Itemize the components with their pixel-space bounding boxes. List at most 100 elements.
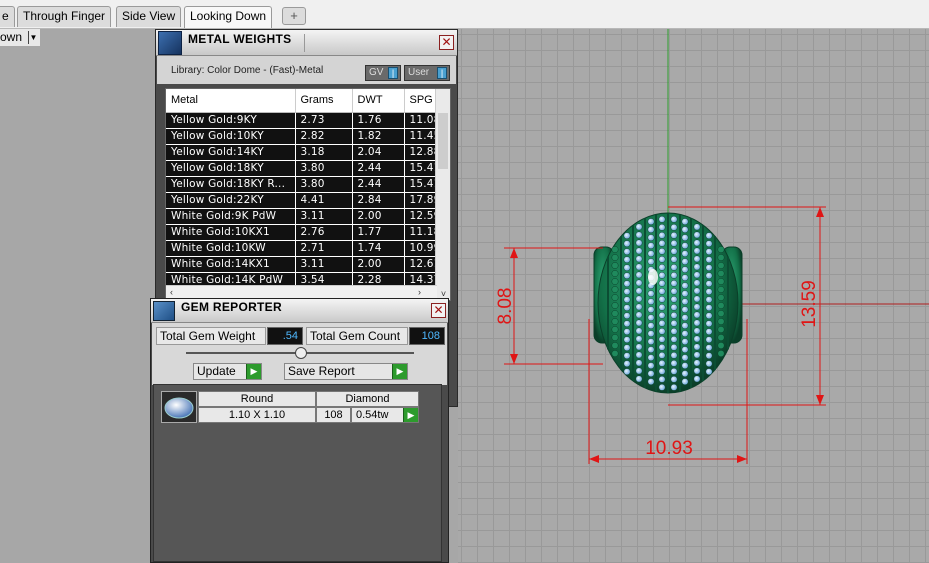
cell-metal: Yellow Gold:14KY [166,144,296,161]
viewport-title-label: own [0,30,23,44]
total-gem-weight-value: .54 [267,327,303,345]
column-header-grams[interactable]: Grams [295,89,353,113]
cell-grams: 3.80 [295,176,353,193]
scroll-right-icon[interactable]: › [418,287,421,297]
gem-weight-button[interactable]: 0.54tw ▶ [351,407,419,423]
toggle-knob-icon: | [388,67,398,79]
metal-table: Metal Grams DWT SPG Yellow Gold:9KY 2.73 1… [165,88,451,301]
tab-side-view[interactable]: Side View [116,6,182,27]
cell-dwt: 2.00 [352,256,405,273]
table-row[interactable]: White Gold:10KW 2.71 1.74 10.99 [166,240,445,257]
gem-reporter-title: GEM REPORTER [181,300,282,314]
gv-toggle-label: GV [369,67,384,78]
cell-grams: 3.11 [295,256,353,273]
titlebar-divider [304,34,305,52]
play-icon: ▶ [403,408,418,422]
table-header-row: Metal Grams DWT SPG [166,89,445,113]
toggle-knob-icon: | [437,67,447,79]
gem-count: 108 [316,407,351,423]
cell-metal: White Gold:10KW [166,240,296,257]
cell-dwt: 1.77 [352,224,405,241]
gem-type: Diamond [316,391,419,407]
gem-reporter-app-icon [153,301,175,321]
update-button-label: Update [197,364,236,378]
cell-dwt: 2.00 [352,208,405,225]
gem-reporter-panel: GEM REPORTER ✕ Total Gem Weight .54 Tota… [150,298,449,563]
gem-list: Round Diamond 1.10 X 1.10 108 0.54tw ▶ [153,384,442,562]
cell-metal: White Gold:14KX1 [166,256,296,273]
user-toggle-label: User [408,67,430,78]
play-icon: ▶ [392,364,407,379]
cell-dwt: 2.04 [352,144,405,161]
cell-grams: 2.73 [295,112,353,129]
gem-weight: 0.54tw [356,409,389,421]
cell-grams: 2.76 [295,224,353,241]
metal-weights-table: Metal Grams DWT SPG Yellow Gold:9KY 2.73 1… [166,89,445,289]
cell-metal: Yellow Gold:18KY R... [166,176,296,193]
dimension-label-width-bottom: 10.93 [645,438,693,459]
gv-toggle[interactable]: GV | [365,65,401,81]
save-report-button[interactable]: Save Report ▶ [284,363,408,380]
cell-metal: Yellow Gold:18KY [166,160,296,177]
table-row[interactable]: Yellow Gold:22KY 4.41 2.84 17.89 [166,192,445,209]
gem-thumbnail [164,397,194,419]
cell-metal: Yellow Gold:9KY [166,112,296,129]
play-icon: ▶ [246,364,261,379]
cell-grams: 4.41 [295,192,353,209]
dimension-height-left: 8.08 [495,247,603,365]
column-header-metal[interactable]: Metal [166,89,296,113]
scrollbar-thumb[interactable] [438,113,448,169]
library-bar: Library: Color Dome - (Fast)-Metal GV | … [157,56,456,84]
total-gem-count-label: Total Gem Count [306,327,408,345]
close-icon[interactable]: ✕ [431,303,446,318]
table-row[interactable]: White Gold:10KX1 2.76 1.77 11.18 [166,224,445,241]
table-row[interactable]: Yellow Gold:18KY 3.80 2.44 15.41 [166,160,445,177]
gem-reporter-titlebar[interactable]: GEM REPORTER ✕ [151,299,448,323]
library-label: Library: Color Dome - (Fast)-Metal [171,65,324,76]
save-report-button-label: Save Report [288,364,355,378]
cell-dwt: 2.44 [352,160,405,177]
cell-dwt: 1.74 [352,240,405,257]
table-row[interactable]: Yellow Gold:14KY 3.18 2.04 12.88 [166,144,445,161]
table-row[interactable]: Yellow Gold:10KY 2.82 1.82 11.45 [166,128,445,145]
tab-through-finger[interactable]: Through Finger [17,6,112,27]
chevron-down-icon[interactable]: ▼ [28,31,38,44]
cell-dwt: 2.44 [352,176,405,193]
user-toggle[interactable]: User | [404,65,450,81]
table-row[interactable]: Yellow Gold:9KY 2.73 1.76 11.08 [166,112,445,129]
slider-handle[interactable] [295,347,307,359]
viewport-title[interactable]: own ▼ [0,29,40,46]
cell-grams: 3.80 [295,160,353,177]
cell-metal: Yellow Gold:22KY [166,192,296,209]
viewport-canvas[interactable]: 8.08 13.59 10.93 [458,29,929,563]
column-header-dwt[interactable]: DWT [352,89,405,113]
cell-dwt: 1.82 [352,128,405,145]
cell-metal: Yellow Gold:10KY [166,128,296,145]
cell-grams: 3.18 [295,144,353,161]
dimension-label-height-right: 13.59 [799,280,820,328]
total-gem-weight-label: Total Gem Weight [156,327,266,345]
viewport-drawing: 8.08 13.59 10.93 [495,29,929,464]
table-row[interactable]: Yellow Gold:18KY R... 3.80 2.44 15.41 [166,176,445,193]
tab-looking-down[interactable]: Looking Down [184,6,273,28]
cell-grams: 3.11 [295,208,353,225]
add-tab-icon[interactable]: + [282,7,306,25]
tab-partial[interactable]: e [0,6,15,27]
update-button[interactable]: Update ▶ [193,363,262,380]
cell-dwt: 1.76 [352,112,405,129]
table-row[interactable]: White Gold:9K PdW 3.11 2.00 12.59 [166,208,445,225]
metal-weights-app-icon [158,31,182,55]
round-gem-icon[interactable] [161,391,197,423]
table-row[interactable]: White Gold:14KX1 3.11 2.00 12.61 [166,256,445,273]
cell-metal: White Gold:10KX1 [166,224,296,241]
cell-metal: White Gold:9K PdW [166,208,296,225]
total-gem-count-value: 108 [409,327,445,345]
close-icon[interactable]: ✕ [439,35,454,50]
scroll-left-icon[interactable]: ‹ [170,287,173,297]
cell-grams: 2.82 [295,128,353,145]
metal-weights-title: METAL WEIGHTS [188,32,292,46]
bead-model [593,212,743,394]
cell-dwt: 2.84 [352,192,405,209]
metal-weights-titlebar[interactable]: METAL WEIGHTS ✕ [156,30,457,56]
vertical-scrollbar[interactable]: ˅ [435,89,450,300]
